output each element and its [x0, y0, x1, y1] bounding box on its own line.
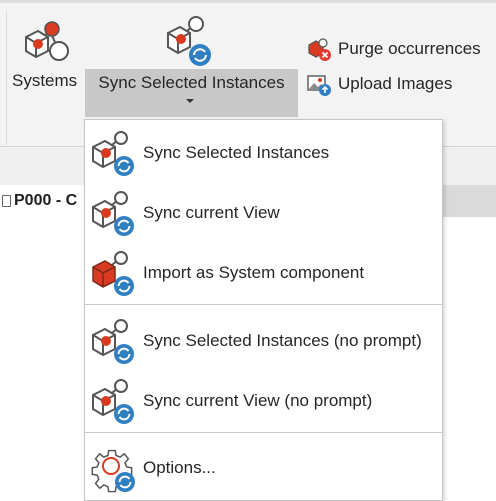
sync-instances-icon [92, 319, 134, 364]
sync-instances-icon [92, 131, 134, 176]
dropdown-caret-icon[interactable] [186, 99, 194, 103]
import-component-icon [92, 251, 134, 296]
menu-item-label: Sync current View (no prompt) [143, 391, 373, 410]
sync-dropdown-menu: Sync Selected Instances Sync current Vie… [84, 119, 443, 501]
document-tab-title: P000 - C [14, 192, 78, 209]
sync-selected-instances-button[interactable]: Sync Selected Instances [85, 13, 298, 117]
menu-item-sync-selected-instances[interactable]: Sync Selected Instances [85, 125, 442, 181]
menu-item-label: Options... [143, 458, 216, 477]
menu-separator [85, 304, 442, 305]
menu-item-label: Sync current View [143, 203, 280, 222]
purge-icon [308, 38, 331, 61]
sync-view-icon [92, 191, 134, 236]
systems-icon [25, 21, 69, 61]
menu-item-import-system-component[interactable]: Import as System component [85, 245, 442, 301]
document-icon [2, 195, 11, 207]
sync-instances-icon [167, 16, 211, 66]
menu-item-sync-current-view-no-prompt[interactable]: Sync current View (no prompt) [85, 373, 442, 429]
options-gear-icon [91, 449, 135, 493]
upload-images-label: Upload Images [338, 74, 453, 93]
ribbon-group-separator [6, 11, 7, 145]
menu-item-sync-current-view[interactable]: Sync current View [85, 185, 442, 241]
systems-label: Systems [12, 71, 78, 90]
menu-item-sync-selected-instances-no-prompt[interactable]: Sync Selected Instances (no prompt) [85, 313, 442, 369]
upload-images-button[interactable]: Upload Images [306, 71, 452, 97]
purge-occurrences-label: Purge occurrences [338, 39, 481, 58]
menu-item-options[interactable]: Options... [85, 440, 442, 496]
upload-images-icon [307, 75, 331, 96]
sync-view-icon [92, 379, 134, 424]
sync-selected-instances-label: Sync Selected Instances [98, 73, 285, 92]
menu-separator [85, 432, 442, 433]
menu-item-label: Sync Selected Instances (no prompt) [143, 331, 422, 350]
purge-occurrences-button[interactable]: Purge occurrences [306, 36, 481, 62]
menu-item-label: Import as System component [143, 263, 365, 282]
menu-item-label: Sync Selected Instances [143, 143, 330, 162]
systems-button[interactable]: Systems [10, 13, 80, 113]
